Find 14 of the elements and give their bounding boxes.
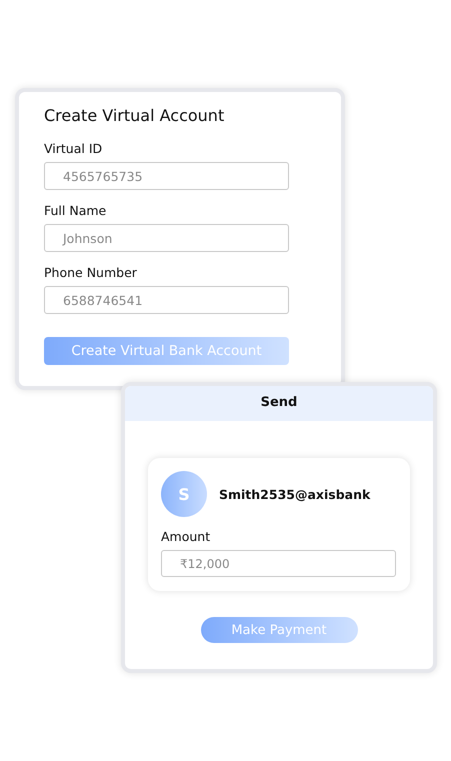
avatar: S	[161, 471, 207, 517]
make-payment-button[interactable]: Make Payment	[200, 617, 358, 643]
recipient-id: Smith2535@axisbank	[219, 486, 370, 502]
card-title: Create Virtual Account	[44, 106, 226, 125]
field-label: Full Name	[44, 203, 108, 218]
field-label: Amount	[161, 529, 212, 544]
field-label: Virtual ID	[44, 141, 104, 156]
field-label: Phone Number	[44, 265, 138, 280]
amount-field[interactable]: ₹12,000	[161, 550, 396, 577]
input-field[interactable]: 6588746541	[44, 286, 289, 314]
input-field[interactable]: 4565765735	[44, 162, 289, 190]
create-account-button[interactable]: Create Virtual Bank Account	[44, 337, 289, 365]
input-field[interactable]: Johnson	[44, 224, 289, 252]
send-header: Send	[125, 386, 433, 421]
